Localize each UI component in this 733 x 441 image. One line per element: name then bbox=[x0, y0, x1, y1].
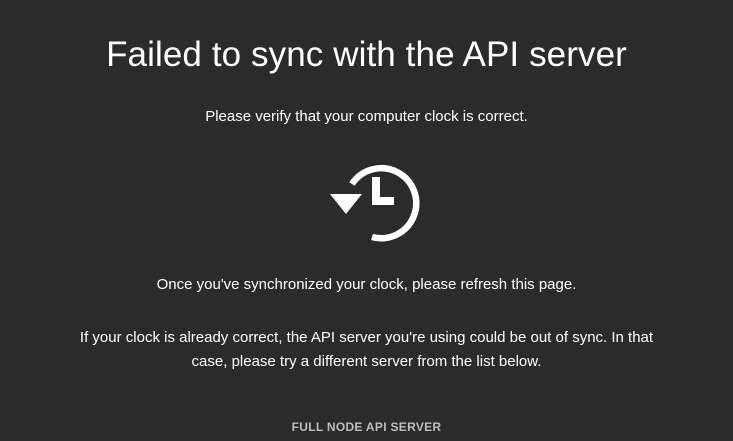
api-server-section-label: FULL NODE API SERVER bbox=[291, 420, 442, 434]
page-title: Failed to sync with the API server bbox=[106, 35, 627, 74]
sync-error-page: Failed to sync with the API server Pleas… bbox=[0, 0, 733, 441]
clock-verify-instruction: Please verify that your computer clock i… bbox=[205, 108, 528, 125]
history-clock-icon bbox=[330, 165, 420, 242]
refresh-instruction: Once you've synchronized your clock, ple… bbox=[156, 276, 577, 293]
server-out-of-sync-message: If your clock is already correct, the AP… bbox=[79, 329, 654, 370]
